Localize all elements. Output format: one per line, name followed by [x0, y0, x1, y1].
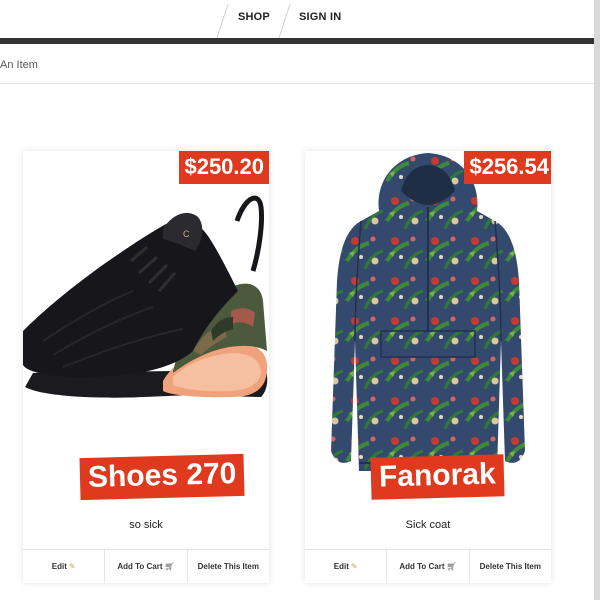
edit-label: Edit: [51, 562, 67, 571]
product-card: $256.54 Fanorak Sick coat Edit ✎ Add To …: [305, 151, 551, 583]
product-image-fanorak[interactable]: $256.54: [305, 151, 551, 483]
breadcrumb: An Item: [0, 59, 38, 71]
nav-shop-link[interactable]: SHOP: [238, 11, 270, 23]
window-scrollbar[interactable]: [594, 0, 600, 600]
delete-item-button[interactable]: Delete This Item: [468, 550, 551, 583]
product-title: Fanorak: [370, 454, 505, 500]
delete-label: Delete This Item: [197, 562, 259, 571]
product-description: so sick: [129, 519, 163, 531]
svg-text:C: C: [183, 229, 190, 239]
card-actions: Edit ✎ Add To Cart 🛒︎ Delete This Item: [23, 549, 269, 583]
product-card: C $250.20 Shoes 270 so sick Edit ✎ Add T…: [23, 151, 269, 583]
jacket-image: [305, 151, 551, 483]
add-to-cart-button[interactable]: Add To Cart 🛒︎: [104, 550, 186, 583]
product-title: Shoes 270: [79, 453, 245, 501]
nav-divider: [278, 4, 291, 38]
price-tag: $250.20: [179, 151, 269, 184]
breadcrumb-row: An Item: [0, 44, 594, 84]
edit-button[interactable]: Edit ✎: [305, 550, 386, 583]
delete-label: Delete This Item: [479, 562, 541, 571]
edit-label: Edit: [333, 562, 349, 571]
add-to-cart-button[interactable]: Add To Cart 🛒︎: [386, 550, 468, 583]
delete-item-button[interactable]: Delete This Item: [186, 550, 269, 583]
product-image-shoes[interactable]: C $250.20: [23, 151, 269, 483]
edit-button[interactable]: Edit ✎: [23, 550, 104, 583]
add-to-cart-label: Add To Cart: [399, 562, 445, 571]
top-navigation: SHOP SIGN IN: [0, 0, 600, 38]
product-description: Sick coat: [405, 519, 451, 531]
nav-divider: [216, 4, 229, 38]
card-actions: Edit ✎ Add To Cart 🛒︎ Delete This Item: [305, 549, 551, 583]
cart-icon: 🛒︎: [164, 562, 175, 571]
shoe-image: C: [23, 151, 269, 483]
price-tag: $256.54: [464, 151, 551, 184]
cart-icon: 🛒︎: [446, 562, 457, 571]
add-to-cart-label: Add To Cart: [117, 562, 163, 571]
pencil-icon: ✎: [68, 562, 76, 571]
pencil-icon: ✎: [350, 562, 358, 571]
nav-sign-in-link[interactable]: SIGN IN: [299, 11, 341, 23]
